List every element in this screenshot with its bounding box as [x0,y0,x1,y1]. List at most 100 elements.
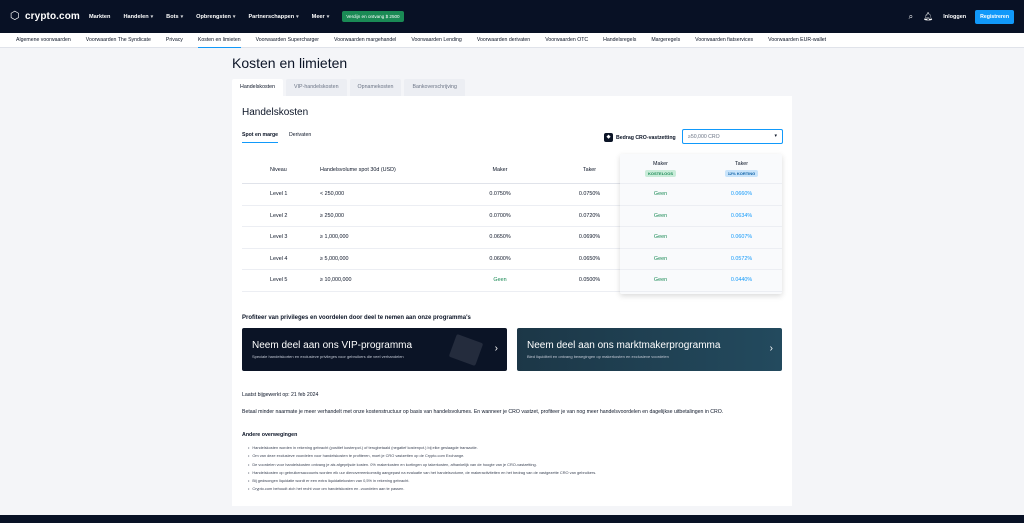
subnav-item[interactable]: Handelsregels [603,33,636,48]
subnav-item[interactable]: Voorwaarden OTC [545,33,588,48]
discount-header: Maker KOSTELOOS Taker 12% KORTING [620,154,782,184]
subnav-item[interactable]: Voorwaarden margehandel [334,33,396,48]
nav-item-label: Handelen [123,13,149,20]
vip-card-subtitle: Speciale handelskorten en exclusieve pri… [252,354,404,359]
programs-title: Profiteer van privileges en voordelen do… [242,315,471,321]
table-body: Level 1 < 250,000 0.0750% 0.0750% Level 2 ≥ 2… [242,184,622,292]
note-item: Om van deze exclusieve voordelen voor ha… [248,453,596,461]
considerations-list: Handelskosten worden in rekening gebrach… [248,445,596,495]
market-maker-card[interactable]: Neem deel aan ons marktmakerprogramma Bi… [517,328,782,371]
top-navigation: ⬡ crypto.com Markten Handelen ▾ Bots ▾ Opbren… [0,0,1024,33]
page-title: Kosten en limieten [232,55,348,71]
subnav-item[interactable]: Voorwaarden Supercharger [256,33,319,48]
row-maker: 0.0600% [489,255,511,262]
vip-card-decoration [448,333,484,367]
discount-taker-label: Taker [734,160,749,167]
subnav-item[interactable]: Voorwaarden The Syndicate [86,33,151,48]
note-item: Handelskosten worden in rekening gebrach… [248,445,596,453]
discount-body: Geen 0.0660% Geen 0.0634% Geen 0.0607% Geen 0.0… [620,184,782,292]
nav-item-meer[interactable]: Meer ▾ [312,14,330,20]
tab-3[interactable]: Bankoverschrijving [404,79,465,96]
crypto-logo-icon: ⬡ [10,10,20,22]
tab-2[interactable]: Opnamekosten [349,79,402,96]
register-button[interactable]: Registreren [975,9,1014,24]
main-nav: Markten Handelen ▾ Bots ▾ Opbrengsten ▾ Partner… [89,14,342,20]
brand-logo[interactable]: ⬡ crypto.com [10,10,82,23]
nav-right: ⌕ 🔔︎ Inloggen Registreren [909,0,1014,33]
nav-item-label: Meer [311,13,325,20]
discount-maker: Geen [653,234,668,241]
free-badge: KOSTELOOS [644,169,677,177]
fee-table: Niveau Handelsvolume spot 30d (USD) Make… [242,156,622,292]
chevron-down-icon: ▾ [180,13,184,20]
cro-stake-label: ◆ Bedrag CRO-vastzetting [604,133,676,142]
subnav-item[interactable]: Voorwaarden Lending [411,33,461,48]
nav-item-bots[interactable]: Bots ▾ [166,14,183,20]
cro-shield-icon: ◆ [604,133,613,142]
discount-taker: 0.0634% [730,212,753,219]
mm-card-subtitle: Bied liquiditeit en ontvang bewegingen o… [527,354,669,359]
nav-item-partnerschappen[interactable]: Partnerschappen ▾ [248,14,298,20]
fee-tabs: Handelskosten VIP-handelskosten Opnamekost… [232,79,468,96]
subnav-item[interactable]: Algemene voorwaarden [16,33,71,48]
chevron-down-icon: ▾ [150,13,154,20]
subnav-item[interactable]: Voorwaarden EUR-wallet [768,33,826,48]
tab-0[interactable]: Handelskosten [232,79,284,96]
row-taker: 0.0720% [578,212,601,219]
search-icon[interactable]: ⌕ [909,12,913,22]
row-level: Level 3 [270,234,288,241]
footer-bar [0,515,1024,523]
subnav-item[interactable]: Voorwaarden derivaten [477,33,530,48]
subtab-derivatives[interactable]: Derivaten [289,132,311,143]
subnav-item[interactable]: Kosten en limieten [197,33,241,48]
table-row: Level 1 < 250,000 0.0750% 0.0750% [242,184,622,206]
card-title: Handelskosten [242,107,309,118]
table-row: Level 4 ≥ 5,000,000 0.0600% 0.0650% [242,249,622,270]
bell-icon[interactable]: 🔔︎ [923,12,933,21]
discount-maker-label: Maker [653,160,668,167]
other-considerations-title: Andere overwegingen [242,432,298,438]
row-level: Level 2 [270,212,288,219]
discount-maker-head: Maker KOSTELOOS [620,161,701,177]
table-row: Level 2 ≥ 250,000 0.0700% 0.0720% [242,206,622,227]
col-maker: Maker [492,166,508,173]
vip-card-title: Neem deel aan ons VIP-programma [252,340,413,351]
subnav-item[interactable]: Voorwaarden fiatservices [695,33,753,48]
discount-taker: 0.0660% [730,191,753,198]
subnav-item[interactable]: Privacy [166,33,183,48]
nav-item-handelen[interactable]: Handelen ▾ [123,14,153,20]
discount-taker: 0.0607% [730,234,753,241]
chevron-down-icon: ▾ [232,13,236,20]
discount-row: Geen 0.0572% [620,249,782,270]
discount-taker: 0.0440% [730,277,753,284]
cro-stake-select[interactable]: ≥50,000 CRO ▾ [682,129,783,144]
row-volume: < 250,000 [320,191,345,198]
terms-subnav: Algemene voorwaarden Voorwaarden The Synd… [0,33,1024,48]
fees-card: Handelskosten Spot en marge Derivaten ◆ … [232,96,792,506]
subtab-spot-margin[interactable]: Spot en marge [242,132,279,143]
cro-discount-panel: Maker KOSTELOOS Taker 12% KORTING Geen 0.… [620,154,782,294]
login-link[interactable]: Inloggen [943,14,966,20]
col-level: Niveau [270,166,287,173]
note-item: Handelskosten op gebruikersaccounts word… [248,470,596,478]
tab-1[interactable]: VIP-handelskosten [286,79,347,96]
table-row: Level 5 ≥ 10,000,000 Geen 0.0500% [242,270,622,292]
discount-badge: 12% KORTING [724,169,759,177]
vip-program-card[interactable]: Neem deel aan ons VIP-programma Speciale… [242,328,507,371]
note-item: De voordelen voor handelskosten ontvang … [248,462,596,470]
nav-item-markten[interactable]: Markten [89,14,110,20]
fee-description: Betaal minder naarmate je meer verhandel… [242,409,724,415]
chevron-down-icon: ▾ [326,13,330,20]
discount-row: Geen 0.0440% [620,270,782,292]
caret-down-icon: ▾ [774,133,777,139]
nav-item-label: Markten [89,13,111,20]
row-maker: 0.0700% [489,212,511,219]
row-volume: ≥ 10,000,000 [320,277,352,284]
nav-item-opbrengsten[interactable]: Opbrengsten ▾ [196,14,235,20]
row-taker: 0.0500% [578,277,601,284]
row-maker: 0.0750% [489,191,511,198]
discount-taker-head: Taker 12% KORTING [701,161,782,177]
subnav-item[interactable]: Margeregels [651,33,680,48]
row-level: Level 5 [270,277,288,284]
promo-badge[interactable]: Verdijn en ontvang $ 2500 [342,11,404,22]
